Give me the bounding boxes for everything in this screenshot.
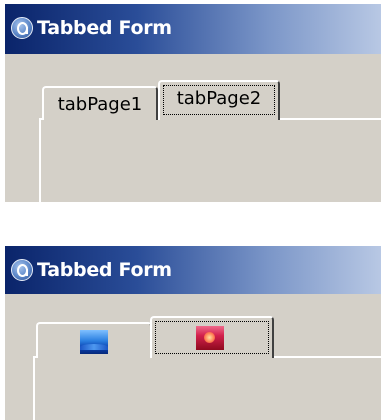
window-title: Tabbed Form [37, 17, 172, 39]
window-titlebar[interactable]: Tabbed Form [5, 4, 381, 54]
tabbed-form-window-text-tabs: Tabbed Form tabPage1 tabPage2 [5, 4, 381, 202]
app-icon[interactable] [11, 259, 33, 281]
window-client-area: tabPage1 tabPage2 [5, 54, 381, 202]
tabbed-form-window-image-tabs: Tabbed Form [5, 246, 381, 420]
window-client-area [5, 294, 381, 420]
tab-image-1[interactable] [36, 322, 152, 358]
tab-label: tabPage1 [57, 94, 143, 115]
window-titlebar[interactable]: Tabbed Form [5, 246, 381, 294]
tab-page-body [33, 356, 381, 420]
focus-rectangle [155, 321, 269, 354]
tab-image-2[interactable] [150, 316, 274, 358]
blue-landscape-icon [80, 330, 108, 354]
tab-tabpage2[interactable]: tabPage2 [158, 80, 280, 120]
app-icon[interactable] [11, 17, 33, 39]
window-title: Tabbed Form [37, 259, 172, 281]
tab-tabpage1[interactable]: tabPage1 [42, 86, 158, 120]
focus-rectangle [163, 85, 275, 115]
tab-page-body [39, 118, 381, 202]
